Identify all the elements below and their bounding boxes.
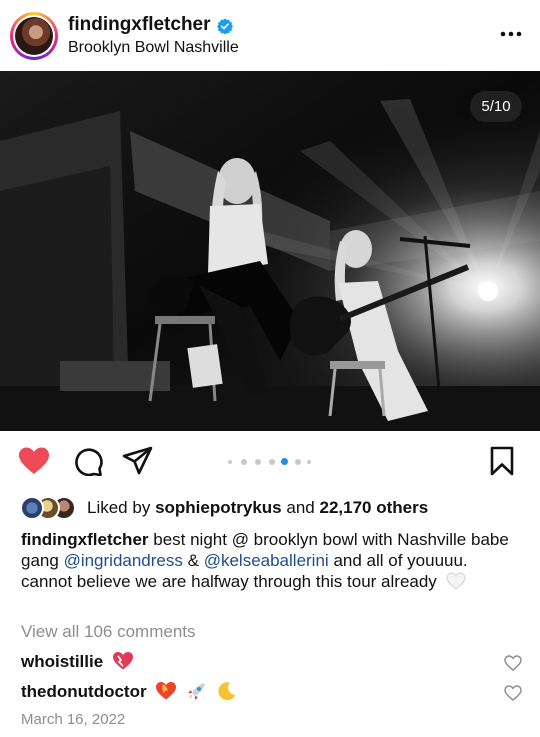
post-username[interactable]: findingxfletcher (68, 14, 211, 36)
post-date: March 16, 2022 (21, 711, 126, 728)
carousel-dot (269, 459, 275, 465)
carousel-indicator (228, 457, 312, 467)
likes-summary: Liked by sophiepotrykus and 22,170 other… (87, 498, 428, 518)
avatar-image (15, 17, 53, 55)
post-caption: findingxfletcher best night @ brooklyn b… (21, 529, 521, 592)
comment-like-icon[interactable] (504, 655, 522, 671)
caption-username[interactable]: findingxfletcher (21, 530, 149, 549)
liker-avatar (20, 496, 44, 520)
carousel-dot (228, 460, 232, 464)
post-location[interactable]: Brooklyn Bowl Nashville (68, 39, 239, 57)
view-all-comments-link[interactable]: View all 106 comments (21, 622, 196, 642)
carousel-dot (255, 459, 261, 465)
comment-icon[interactable] (72, 446, 104, 476)
avatar[interactable] (10, 12, 58, 60)
comment-item: whoistillie (21, 651, 134, 672)
bookmark-icon[interactable] (488, 446, 516, 476)
likes-prefix: Liked by (87, 498, 151, 517)
heart-on-fire-emoji-icon (156, 682, 177, 700)
concert-photo-image (0, 71, 540, 431)
action-bar (0, 437, 540, 485)
post-header: findingxfletcher Brooklyn Bowl Nashville (0, 0, 540, 70)
carousel-dot (307, 460, 311, 464)
carousel-dot (295, 459, 301, 465)
mention-link[interactable]: @kelseaballerini (204, 551, 329, 570)
comment-item: thedonutdoctor (21, 681, 237, 702)
verified-badge-icon (217, 18, 233, 34)
likes-connector: and (286, 498, 315, 517)
crescent-moon-emoji-icon (218, 682, 236, 701)
more-options-icon[interactable] (500, 24, 522, 44)
slide-counter: 5/10 (470, 91, 522, 122)
avatar-border (13, 15, 55, 57)
rocket-emoji-icon (188, 683, 206, 700)
caption-ampersand: & (187, 551, 199, 570)
white-heart-emoji-icon (446, 572, 466, 590)
comment-username[interactable]: thedonutdoctor (21, 682, 147, 701)
heart-on-fire-emoji-icon (112, 652, 133, 670)
likes-others-count[interactable]: 22,170 others (320, 498, 429, 517)
comment-username[interactable]: whoistillie (21, 652, 103, 671)
heart-icon[interactable] (18, 446, 50, 476)
comment-like-icon[interactable] (504, 685, 522, 701)
share-icon[interactable] (122, 446, 154, 476)
carousel-dot (241, 459, 247, 465)
liker-username[interactable]: sophiepotrykus (155, 498, 282, 517)
likes-row[interactable]: Liked by sophiepotrykus and 22,170 other… (20, 495, 530, 521)
mention-link[interactable]: @ingridandress (64, 551, 183, 570)
post-photo[interactable] (0, 71, 540, 431)
carousel-dot-active (281, 458, 288, 465)
